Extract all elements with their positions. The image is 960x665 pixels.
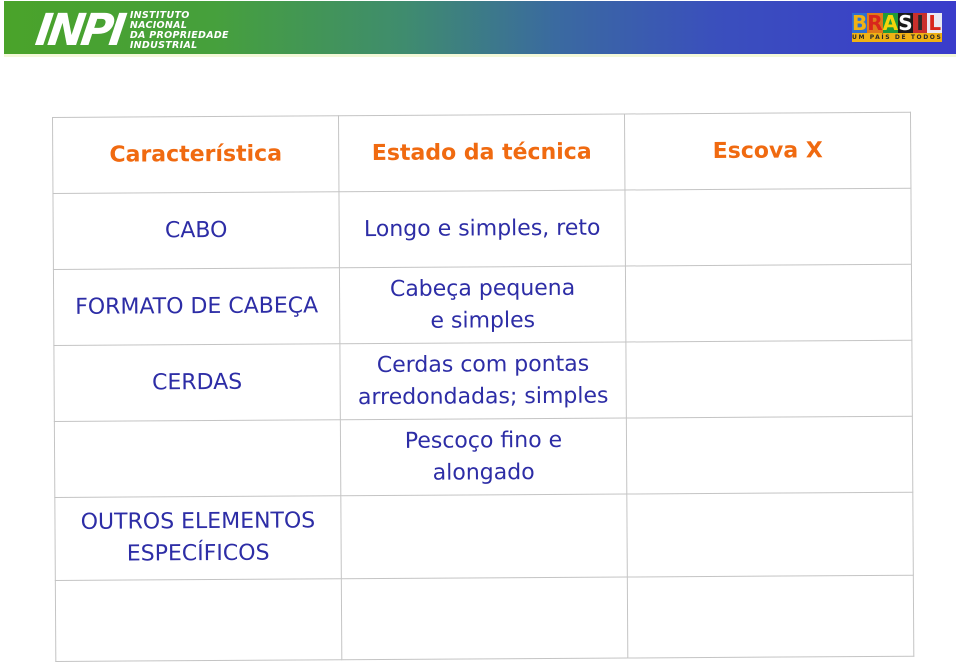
table-cell (55, 578, 342, 662)
table-cell (624, 188, 912, 266)
table-cell: Cerdas com pontas arredondadas; simples (339, 341, 627, 420)
table-row: Pescoço fino e alongado (54, 416, 913, 498)
column-header-caracteristica: Característica (52, 115, 339, 194)
column-header-escova-x: Escova X (624, 112, 911, 191)
inpi-logo-line: INDUSTRIAL (129, 40, 198, 51)
table-row (55, 575, 914, 662)
table-cell: OUTROS ELEMENTOS ESPECÍFICOS (54, 495, 342, 581)
table-cell (626, 492, 914, 577)
column-header-estado-da-tecnica: Estado da técnica (338, 114, 625, 192)
brasil-letter: L (927, 11, 943, 35)
table-cell: Cabeça pequena e simples (339, 265, 626, 344)
table-row: CABO Longo e simples, reto (52, 188, 912, 270)
table-cell: CERDAS (53, 343, 341, 422)
table-cell (627, 575, 914, 658)
brasil-letter: I (912, 13, 928, 33)
table-cell (340, 493, 628, 579)
table-cell: Longo e simples, reto (338, 190, 626, 268)
table-cell (625, 340, 913, 418)
brasil-letter: S (898, 11, 913, 35)
header-banner: INPI INSTITUTO NACIONAL DA PROPRIEDADE I… (4, 1, 956, 56)
banner-underline (4, 54, 956, 57)
inpi-logo-mark: INPI (32, 5, 126, 56)
brasil-letter: A (882, 11, 899, 35)
table-cell: FORMATO DE CABEÇA (53, 267, 340, 346)
table-cell: CABO (52, 191, 340, 270)
brasil-letter: R (867, 11, 883, 35)
inpi-logo: INPI INSTITUTO NACIONAL DA PROPRIEDADE I… (32, 5, 229, 56)
table-cell (625, 264, 912, 342)
table-row: CERDAS Cerdas com pontas arredondadas; s… (53, 340, 913, 422)
inpi-logo-text: INSTITUTO NACIONAL DA PROPRIEDADE INDUST… (130, 11, 229, 51)
table-row: FORMATO DE CABEÇA Cabeça pequena e simpl… (53, 264, 912, 346)
brasil-logo: B R A S I L UM PAÍS DE TODOS (852, 11, 943, 43)
brasil-logo-letters: B R A S I L (852, 11, 943, 35)
brasil-tagline: UM PAÍS DE TODOS (852, 33, 942, 42)
table-cell (341, 576, 628, 660)
table-header-row: Característica Estado da técnica Escova … (52, 112, 911, 194)
table-row: OUTROS ELEMENTOS ESPECÍFICOS (54, 492, 914, 581)
comparison-table: Característica Estado da técnica Escova … (52, 112, 914, 662)
brasil-letter: B (852, 11, 868, 35)
table-cell (626, 416, 913, 494)
table-cell: Pescoço fino e alongado (340, 417, 627, 496)
table-cell (54, 419, 341, 498)
